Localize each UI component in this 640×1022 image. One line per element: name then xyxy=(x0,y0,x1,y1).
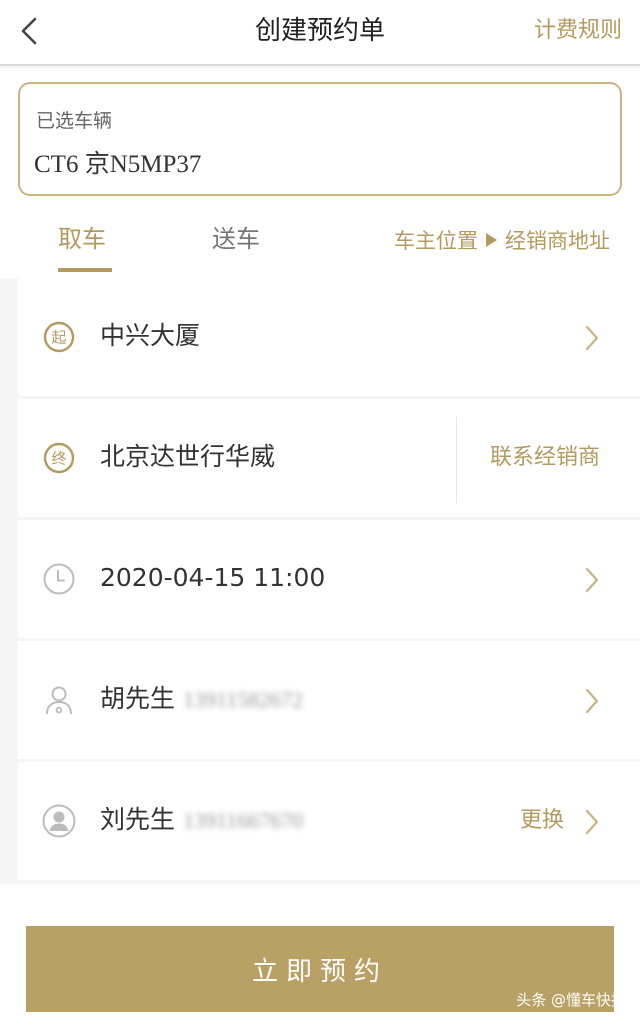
tab-active-indicator xyxy=(58,268,112,272)
chevron-right-icon xyxy=(585,688,599,714)
contact-dealer-button[interactable]: 联系经销商 xyxy=(490,441,600,475)
clock-icon xyxy=(43,563,75,595)
start-badge-icon: 起 xyxy=(43,321,75,353)
chevron-right-icon xyxy=(585,567,599,593)
owner-contact-text: 胡先生 13911582672 xyxy=(100,681,303,718)
billing-rules-link[interactable]: 计费规则 xyxy=(534,16,622,46)
driver-name: 刘先生 xyxy=(100,805,176,834)
tab-pickup[interactable]: 取车 xyxy=(58,222,106,256)
owner-phone: 13911582672 xyxy=(183,687,304,712)
driver-phone: 13911667670 xyxy=(183,808,304,833)
driver-contact-text: 刘先生 13911667670 xyxy=(100,802,303,839)
end-badge-icon: 终 xyxy=(43,442,75,474)
owner-name: 胡先生 xyxy=(100,684,176,713)
appointment-time-text: 2020-04-15 11:00 xyxy=(100,563,326,592)
chevron-right-icon xyxy=(585,325,599,351)
end-badge-text: 终 xyxy=(51,450,66,468)
owner-contact-row[interactable]: 胡先生 13911582672 xyxy=(18,641,640,759)
avatar-icon xyxy=(42,804,76,838)
vehicle-plate: CT6 京N5MP37 xyxy=(34,151,202,178)
service-tabs: 取车 送车 车主位置 经销商地址 xyxy=(0,216,640,276)
watermark: 头条 @懂车快报 xyxy=(516,991,626,1009)
tab-delivery[interactable]: 送车 xyxy=(212,222,260,256)
chevron-right-icon xyxy=(585,809,599,835)
play-arrow-icon xyxy=(486,233,497,247)
dealer-location-text: 北京达世行华威 xyxy=(100,442,276,471)
pickup-location-text: 中兴大厦 xyxy=(100,321,201,350)
user-contact-icon xyxy=(46,686,72,715)
appointment-time-row[interactable]: 2020-04-15 11:00 xyxy=(18,520,640,638)
route-to: 经销商地址 xyxy=(505,229,610,253)
route-from: 车主位置 xyxy=(394,229,478,253)
selected-vehicle-card[interactable]: 已选车辆 CT6 京N5MP37 xyxy=(18,82,622,196)
dealer-location-row[interactable]: 终 北京达世行华威 联系经销商 xyxy=(18,399,640,517)
row-divider xyxy=(456,417,457,503)
start-badge-text: 起 xyxy=(51,329,66,347)
vehicle-section: 已选车辆 CT6 京N5MP37 取车 送车 车主位置 经销商地址 xyxy=(0,68,640,278)
driver-row[interactable]: 刘先生 13911667670 更换 xyxy=(18,762,640,880)
selected-vehicle-label: 已选车辆 xyxy=(36,110,113,132)
pickup-location-row[interactable]: 起 中兴大厦 xyxy=(18,278,640,396)
route-hint: 车主位置 经销商地址 xyxy=(394,226,610,256)
nav-bar: 创建预约单 计费规则 xyxy=(0,0,640,66)
change-driver-button[interactable]: 更换 xyxy=(520,804,564,838)
